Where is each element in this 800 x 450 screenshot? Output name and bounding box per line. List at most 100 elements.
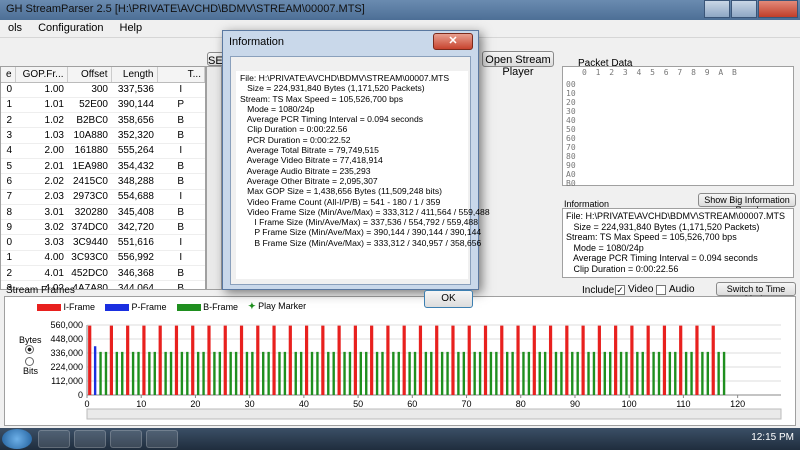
taskbar-explorer[interactable] xyxy=(38,430,70,448)
ok-button[interactable]: OK xyxy=(424,290,473,308)
frame-bar xyxy=(348,351,352,395)
table-row[interactable]: 6 2.02 2415C0 348,288 B xyxy=(1,173,205,190)
frame-bar xyxy=(446,351,449,395)
table-cell: 3C9440 xyxy=(67,234,111,251)
table-cell: P xyxy=(157,97,205,114)
chart-scrollbar xyxy=(86,408,782,420)
x-tick-label: 90 xyxy=(570,399,580,409)
frame-bar xyxy=(402,325,406,395)
frame-bar xyxy=(679,325,683,395)
frame-bar xyxy=(375,351,379,395)
switch-time-mode-button[interactable]: Switch to Time Mode xyxy=(716,282,796,304)
table-row[interactable]: 8 3.01 320280 345,408 B xyxy=(1,204,205,221)
frame-bar xyxy=(353,325,357,395)
frame-bar xyxy=(418,325,423,395)
open-stream-player-button[interactable]: Open Stream Player xyxy=(482,51,554,78)
x-tick-label: 40 xyxy=(299,399,309,409)
table-row[interactable]: 9 3.02 374DC0 342,720 B xyxy=(1,219,205,236)
vertical-scrollbar[interactable] xyxy=(206,66,222,290)
taskbar-firefox[interactable] xyxy=(74,430,106,448)
table-cell: 7 xyxy=(1,189,15,205)
menu-help[interactable]: Help xyxy=(112,22,151,37)
frame-bar xyxy=(435,325,439,395)
stream-frames-chart: I-Frame P-Frame B-Frame ✦ Play Marker By… xyxy=(4,296,796,426)
table-row[interactable]: 1 1.01 52E00 390,144 P xyxy=(1,97,205,114)
table-cell: 1.01 xyxy=(15,97,67,114)
frame-bar xyxy=(489,351,493,395)
hex-column-header: 0 1 2 3 4 5 6 7 8 9 A B xyxy=(582,68,739,77)
table-row[interactable]: 7 2.03 2973C0 554,688 I xyxy=(1,189,205,205)
hex-row-label: 40 xyxy=(566,116,576,125)
x-tick-label: 10 xyxy=(136,399,146,409)
table-cell: 555,264 xyxy=(111,143,157,159)
table-cell: 551,616 xyxy=(111,234,157,251)
show-big-info-button[interactable]: Show Big Information Panel xyxy=(698,193,796,215)
table-row[interactable]: 5 2.01 1EA980 354,432 B xyxy=(1,158,205,175)
title-bar: GH StreamParser 2.5 [H:\PRIVATE\AVCHD\BD… xyxy=(0,0,800,20)
table-cell: 1 xyxy=(1,250,15,267)
table-row[interactable]: 0 1.00 300 337,536 I xyxy=(1,82,205,98)
frame-bar xyxy=(630,325,634,395)
frame-bar xyxy=(451,325,455,395)
table-cell: 352,320 xyxy=(111,127,157,144)
frame-bar xyxy=(316,351,319,395)
table-cell: 161880 xyxy=(67,143,111,159)
dialog-line: I Frame Size (Min/Ave/Max) = 337,536 / 5… xyxy=(240,217,478,228)
start-button[interactable] xyxy=(2,429,32,449)
frame-bar xyxy=(597,325,601,395)
table-row[interactable]: 1 4.00 3C93C0 556,992 I xyxy=(1,250,205,267)
dialog-line: Size = 224,931,840 Bytes (1,171,520 Pack… xyxy=(240,83,425,94)
frame-bar xyxy=(115,351,119,395)
frame-bar xyxy=(603,351,606,395)
dialog-line: Average PCR Timing Interval = 0.094 seco… xyxy=(240,114,424,125)
menu-tools[interactable]: ols xyxy=(0,22,30,37)
close-button[interactable] xyxy=(758,0,798,18)
frame-bar xyxy=(684,351,688,395)
table-cell: 2 xyxy=(1,112,15,129)
table-cell: 342,720 xyxy=(111,219,157,236)
audio-checkbox[interactable]: Audio xyxy=(656,284,695,295)
dialog-close-button[interactable]: ✕ xyxy=(433,33,473,50)
frame-bar xyxy=(392,351,395,395)
col-header[interactable]: Offset xyxy=(67,67,112,83)
table-cell: B xyxy=(157,219,205,236)
table-row[interactable]: 4 2.00 161880 555,264 I xyxy=(1,143,205,159)
video-checkbox[interactable]: ✓ Video xyxy=(615,284,653,295)
frame-bar xyxy=(256,325,260,395)
table-row[interactable]: 2 1.02 B2BC0 358,656 B xyxy=(1,112,205,129)
frame-bar xyxy=(457,351,460,395)
frame-bar xyxy=(560,351,563,395)
maximize-button[interactable] xyxy=(731,0,757,18)
table-cell: B xyxy=(157,265,205,282)
y-tick-label: 448,000 xyxy=(50,334,83,344)
col-header[interactable]: Length xyxy=(111,67,158,83)
table-row[interactable]: 3 1.03 10A880 352,320 B xyxy=(1,127,205,144)
frame-bar xyxy=(408,351,411,395)
frame-bar xyxy=(164,351,167,395)
table-cell: 1 xyxy=(1,97,15,114)
minimize-button[interactable] xyxy=(704,0,730,18)
window-title: GH StreamParser 2.5 [H:\PRIVATE\AVCHD\BD… xyxy=(6,3,365,15)
dialog-line: File: H:\PRIVATE\AVCHD\BDMV\STREAM\00007… xyxy=(240,73,450,83)
frame-bar xyxy=(88,325,92,395)
col-header[interactable]: T... xyxy=(157,67,205,83)
table-cell: 5 xyxy=(1,158,15,175)
frame-bar xyxy=(126,325,130,395)
table-row[interactable]: 2 4.01 452DC0 346,368 B xyxy=(1,265,205,282)
packet-data-panel xyxy=(562,66,794,186)
taskbar-app[interactable] xyxy=(146,430,178,448)
frame-bar xyxy=(695,325,699,395)
taskbar-app[interactable] xyxy=(110,430,142,448)
menu-configuration[interactable]: Configuration xyxy=(30,22,111,37)
frame-bar xyxy=(646,325,650,395)
table-row[interactable]: 0 3.03 3C9440 551,616 I xyxy=(1,234,205,251)
frame-bar xyxy=(668,351,672,395)
frame-bar xyxy=(153,351,156,395)
y-tick-label: 112,000 xyxy=(51,376,83,386)
col-header[interactable]: GOP.Fr... xyxy=(15,67,68,83)
info-line: Size = 224,931,840 Bytes (1,171,520 Pack… xyxy=(566,221,760,232)
frame-bar xyxy=(283,351,287,395)
table-cell: 2.03 xyxy=(15,189,67,205)
table-cell: 452DC0 xyxy=(67,265,111,282)
col-header[interactable]: e xyxy=(1,67,16,83)
